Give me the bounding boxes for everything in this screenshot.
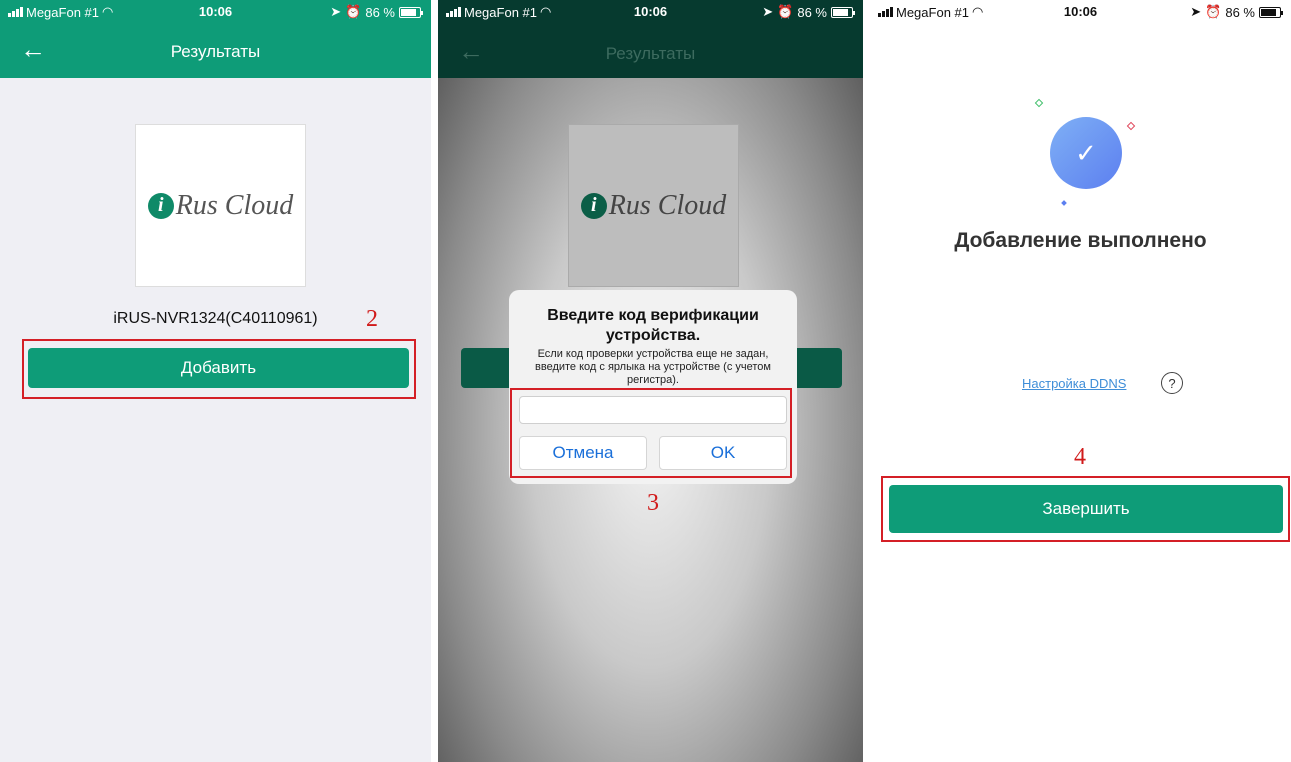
device-logo-card: i Rus Cloud — [568, 124, 739, 287]
logo-text: Rus Cloud — [175, 189, 294, 221]
finish-button[interactable]: Завершить — [889, 485, 1283, 533]
logo-i-icon: i — [580, 192, 607, 219]
decor-dot-blue-icon — [1061, 200, 1067, 206]
alarm-icon: ⏰ — [1205, 4, 1222, 19]
decor-diamond-green-icon — [1034, 98, 1044, 108]
add-button[interactable]: Добавить — [28, 348, 409, 388]
screen-verification-dialog: MegaFon #1 ◠ 10:06 ➤ ⏰ 86 % ← Результаты… — [438, 0, 863, 762]
irus-cloud-logo: i Rus Cloud — [147, 189, 294, 222]
highlight-box — [510, 388, 792, 478]
screen-added-success: MegaFon #1 ◠ 10:06 ➤ ⏰ 86 % ✓ Добавление… — [870, 0, 1291, 762]
success-check-icon: ✓ — [1050, 117, 1122, 189]
decor-diamond-red-icon — [1126, 121, 1136, 131]
battery-percent: 86 % — [1225, 4, 1255, 20]
help-icon[interactable]: ? — [1161, 372, 1183, 394]
battery-percent: 86 % — [797, 4, 827, 20]
alarm-icon: ⏰ — [345, 4, 362, 19]
device-logo-card: i Rus Cloud — [135, 124, 306, 287]
battery-icon — [399, 6, 423, 18]
dialog-title: Введите код верификации устройства. — [547, 307, 759, 344]
step-2-label: 2 — [366, 306, 378, 332]
battery-icon — [1259, 6, 1283, 18]
location-icon: ➤ — [330, 4, 342, 19]
nav-bar: ← Результаты — [0, 22, 431, 78]
location-icon: ➤ — [762, 4, 774, 19]
logo-i-icon: i — [147, 192, 174, 219]
logo-text: Rus Cloud — [608, 189, 727, 221]
ddns-settings-link[interactable]: Настройка DDNS — [1022, 376, 1126, 391]
step-4-label: 4 — [1074, 444, 1086, 470]
battery-percent: 86 % — [365, 4, 395, 20]
step-3-label: 3 — [647, 490, 659, 516]
irus-cloud-logo: i Rus Cloud — [580, 189, 727, 222]
status-bar: MegaFon #1 ◠ 10:06 ➤ ⏰ 86 % — [438, 0, 863, 22]
alarm-icon: ⏰ — [777, 4, 794, 19]
screen-results: MegaFon #1 ◠ 10:06 ➤ ⏰ 86 % ← Результаты… — [0, 0, 431, 762]
dialog-message: Если код проверки устройства еще не зада… — [535, 348, 771, 386]
success-title: Добавление выполнено — [954, 229, 1207, 252]
battery-icon — [831, 6, 855, 18]
page-title: Результаты — [170, 42, 261, 61]
location-icon: ➤ — [1190, 4, 1202, 19]
status-bar: MegaFon #1 ◠ 10:06 ➤ ⏰ 86 % — [870, 0, 1291, 22]
page-title: Результаты — [605, 44, 696, 63]
dimmed-header: MegaFon #1 ◠ 10:06 ➤ ⏰ 86 % ← Результаты — [438, 0, 863, 78]
status-bar: MegaFon #1 ◠ 10:06 ➤ ⏰ 86 % — [0, 0, 431, 22]
